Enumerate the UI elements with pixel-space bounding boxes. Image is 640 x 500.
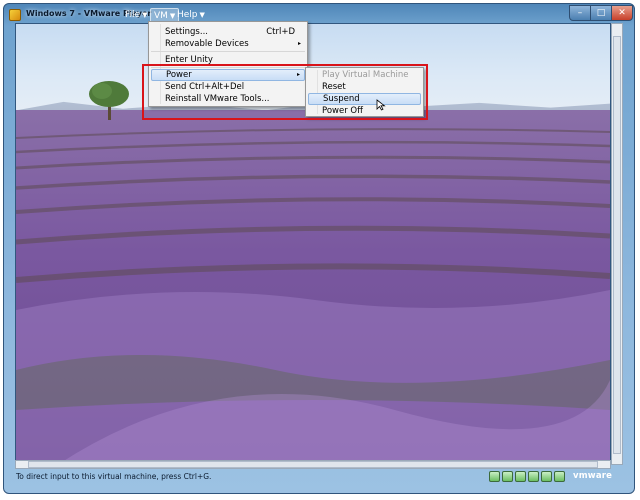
maximize-button[interactable]: □ — [590, 5, 612, 21]
chevron-down-icon: ▼ — [142, 11, 148, 19]
menu-item-shortcut: Ctrl+D — [266, 27, 295, 37]
lavender-field — [16, 110, 610, 464]
menu-vm-label: VM — [154, 11, 168, 21]
device-tray-icon[interactable] — [502, 471, 513, 482]
menu-item-enter-unity[interactable]: Enter Unity — [151, 54, 305, 66]
minimize-button[interactable]: – — [569, 5, 591, 21]
menu-separator — [151, 67, 305, 68]
menu-item-removable-devices[interactable]: Removable Devices ▸ — [151, 38, 305, 50]
menu-item-send-ctrl-alt-del[interactable]: Send Ctrl+Alt+Del — [151, 81, 305, 93]
device-tray-icon[interactable] — [528, 471, 539, 482]
menu-item-suspend[interactable]: Suspend — [308, 93, 421, 105]
horizontal-scrollbar[interactable] — [15, 460, 611, 469]
menu-item-label: Power — [166, 70, 192, 80]
vm-menu: Settings... Ctrl+D Removable Devices ▸ E… — [148, 21, 308, 107]
vmware-logo: vmware — [573, 471, 613, 481]
mouse-cursor-icon — [376, 99, 386, 111]
power-submenu: Play Virtual Machine Reset Suspend Power… — [305, 67, 424, 117]
menu-separator — [151, 51, 305, 52]
menu-item-label: Play Virtual Machine — [322, 70, 409, 80]
menu-file-label: File — [125, 10, 141, 20]
vertical-scrollbar[interactable] — [611, 23, 623, 465]
menu-item-label: Suspend — [323, 94, 360, 104]
menu-item-reinstall-tools[interactable]: Reinstall VMware Tools... — [151, 93, 305, 105]
horizontal-scroll-thumb[interactable] — [28, 461, 598, 468]
menu-file[interactable]: File ▼ — [122, 8, 150, 22]
status-hint: To direct input to this virtual machine,… — [16, 472, 212, 481]
menu-item-label: Reinstall VMware Tools... — [165, 94, 270, 104]
device-tray-icon[interactable] — [489, 471, 500, 482]
menu-item-power[interactable]: Power ▸ — [151, 69, 305, 81]
menu-item-settings[interactable]: Settings... Ctrl+D — [151, 26, 305, 38]
status-bar: To direct input to this virtual machine,… — [15, 470, 623, 484]
menu-item-play-virtual-machine: Play Virtual Machine — [308, 69, 421, 81]
tree — [89, 81, 129, 120]
menu-item-label: Settings... — [165, 27, 208, 37]
device-tray-icon[interactable] — [554, 471, 565, 482]
device-tray-icon[interactable] — [515, 471, 526, 482]
menu-item-label: Send Ctrl+Alt+Del — [165, 82, 245, 92]
menu-help-label: Help — [177, 10, 198, 20]
submenu-arrow-icon: ▸ — [297, 40, 301, 47]
app-icon[interactable] — [9, 9, 21, 21]
menu-help[interactable]: Help ▼ — [174, 8, 208, 22]
menu-item-label: Removable Devices — [165, 39, 249, 49]
chevron-down-icon: ▼ — [199, 11, 205, 19]
submenu-arrow-icon: ▸ — [296, 71, 300, 78]
menu-item-power-off[interactable]: Power Off — [308, 105, 421, 117]
menu-item-label: Enter Unity — [165, 55, 213, 65]
close-button[interactable]: ✕ — [611, 5, 633, 21]
menu-item-label: Power Off — [322, 106, 363, 116]
device-tray-icon[interactable] — [541, 471, 552, 482]
menu-item-reset[interactable]: Reset — [308, 81, 421, 93]
menu-item-label: Reset — [322, 82, 346, 92]
vertical-scroll-thumb[interactable] — [613, 36, 621, 454]
